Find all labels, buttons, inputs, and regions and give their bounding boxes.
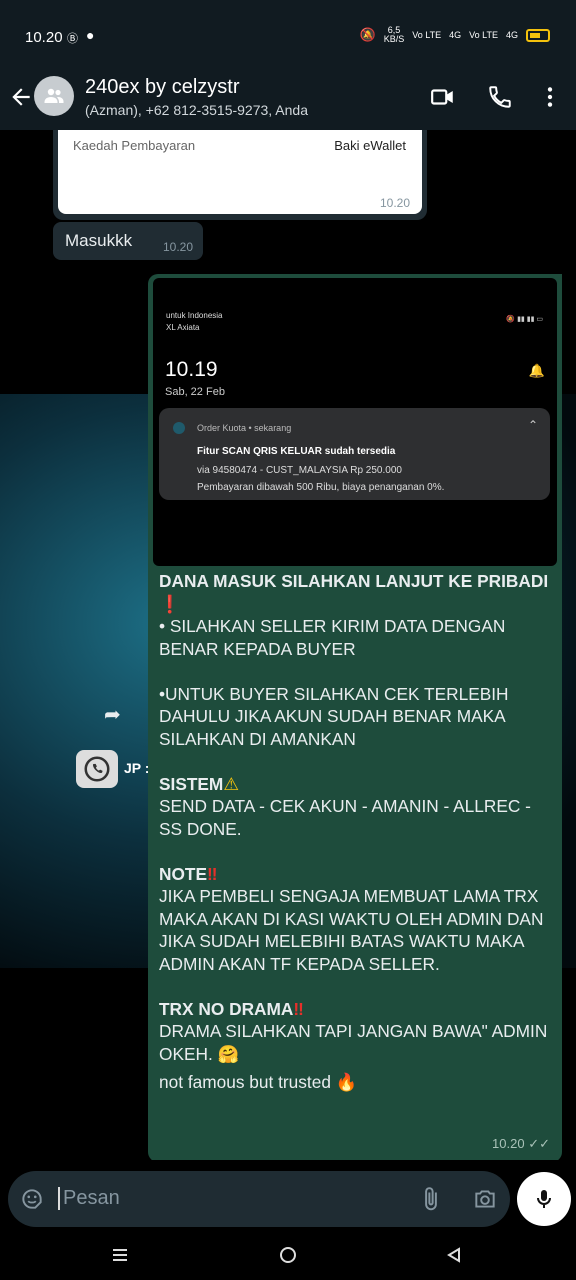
chat-header[interactable]: 240ex by celzystr (Azman), +62 812-3515-… (0, 76, 576, 130)
app-icon (173, 422, 185, 434)
composer-bar: Pesan (0, 1160, 576, 1240)
message-input[interactable]: Pesan (58, 1187, 120, 1210)
outgoing-message[interactable]: untuk Indonesia XL Axiata 🔕 ▮▮ ▮▮ ▭ 10.1… (148, 274, 562, 1160)
double-exclamation-icon: ‼ (207, 863, 218, 884)
message-input-container[interactable]: Pesan (8, 1171, 510, 1227)
hugging-face-emoji-icon: 🤗 (217, 1043, 240, 1064)
volte-2: Vo LTE (469, 30, 498, 40)
back-triangle-icon[interactable] (439, 1240, 469, 1270)
message-time: 10.20 (379, 196, 410, 210)
lockscreen-clock: 10.19 (165, 358, 218, 381)
circle-icon: ● (86, 27, 95, 43)
notification-card: Order Kuota • sekarang ⌃ Fitur SCAN QRIS… (159, 408, 550, 500)
voice-record-button[interactable] (517, 1172, 571, 1226)
video-call-icon[interactable] (430, 84, 456, 110)
group-members[interactable]: (Azman), +62 812-3515-9273, Anda (85, 102, 308, 118)
signal-1: 4G (449, 30, 462, 40)
b-badge-icon: Ⓑ (67, 33, 78, 45)
note-heading: NOTE (159, 863, 208, 884)
carrier-line-2: XL Axiata (166, 323, 200, 332)
lockscreen-date: Sab, 22 Feb (165, 386, 225, 398)
notification-app: Order Kuota • sekarang (197, 423, 292, 433)
warning-icon: ⚠ (223, 773, 239, 794)
group-title[interactable]: 240ex by celzystr (85, 76, 240, 99)
speed-indicator: 6,5 KB/S (384, 26, 405, 44)
volte-1: Vo LTE (412, 30, 442, 40)
double-exclamation-icon: ‼ (293, 998, 304, 1019)
payment-card-image[interactable]: Kaedah Pembayaran Baki eWallet 10.20 (58, 130, 422, 214)
footer-text: not famous but trusted (159, 1072, 331, 1092)
status-bar: 10.20 Ⓑ ● 🔕 6,5 KB/S Vo LTE 4G Vo LTE 4G (0, 0, 576, 76)
camera-icon[interactable] (472, 1186, 498, 1212)
note-body: JIKA PEMBELI SENGAJA MEMBUAT LAMA TRX MA… (159, 886, 544, 974)
speed-unit: KB/S (383, 34, 405, 44)
seller-instruction: • SILAHKAN SELLER KIRIM DATA DENGAN BENA… (159, 616, 506, 659)
payment-method-value: Baki eWallet (334, 138, 406, 153)
chat-area[interactable]: ➦ JP : Kaedah Pembayaran Baki eWallet 10… (0, 130, 576, 1160)
message-body: DANA MASUK SILAHKAN LANJUT KE PRIBADI ❗ •… (159, 570, 555, 1094)
sticker-emoji-icon[interactable] (19, 1186, 45, 1212)
home-icon[interactable] (273, 1240, 303, 1270)
notification-title: Fitur SCAN QRIS KELUAR sudah tersedia (197, 446, 396, 457)
whatsapp-logo-icon (76, 750, 118, 788)
signal-2: 4G (505, 30, 518, 40)
payment-method-label: Kaedah Pembayaran (73, 138, 196, 153)
system-navigation-bar (0, 1240, 576, 1280)
notification-line-1: via 94580474 - CUST_MALAYSIA Rp 250.000 (197, 465, 402, 476)
wallpaper-label: JP : (124, 760, 150, 776)
incoming-message[interactable]: Masukkk 10.20 (53, 222, 203, 260)
chevron-up-icon: ⌃ (527, 418, 538, 432)
message-time: 10.20 (492, 1136, 525, 1151)
message-time: 10.20 (162, 240, 193, 254)
recent-apps-icon[interactable] (105, 1240, 135, 1270)
sistem-body: SEND DATA - CEK AKUN - AMANIN - ALLREC -… (159, 796, 531, 839)
dana-heading: DANA MASUK SILAHKAN LANJUT KE PRIBADI (159, 571, 549, 591)
forward-icon[interactable]: ➦ (104, 702, 121, 727)
group-avatar[interactable] (34, 76, 74, 116)
message-text: Masukkk (65, 231, 133, 250)
notification-screenshot[interactable]: untuk Indonesia XL Axiata 🔕 ▮▮ ▮▮ ▭ 10.1… (153, 278, 557, 566)
carrier-info: untuk Indonesia XL Axiata (166, 310, 223, 334)
message-time-read: 10.20 ✓✓ (492, 1136, 550, 1152)
carrier-line-1: untuk Indonesia (166, 311, 223, 320)
exclamation-icon: ❗ (159, 593, 181, 614)
status-time: 10.20 (25, 29, 63, 46)
notification-line-2: Pembayaran dibawah 500 Ribu, biaya penan… (197, 482, 445, 493)
bell-settings-icon: 🔔 (528, 363, 545, 378)
system-status-icons: 🔕 ▮▮ ▮▮ ▭ (506, 316, 543, 323)
trx-heading: TRX NO DRAMA (159, 998, 294, 1019)
buyer-instruction: •UNTUK BUYER SILAHKAN CEK TERLEBIH DAHUL… (159, 683, 509, 749)
status-icons: 🔕 6,5 KB/S Vo LTE 4G Vo LTE 4G (360, 26, 550, 44)
double-check-icon: ✓✓ (528, 1136, 550, 1151)
fire-emoji-icon: 🔥 (335, 1072, 358, 1092)
mute-icon: 🔕 (359, 27, 376, 42)
sistem-heading: SISTEM (159, 773, 224, 794)
battery-icon (526, 28, 550, 42)
back-arrow-icon[interactable] (8, 84, 34, 110)
more-options-icon[interactable] (537, 84, 563, 110)
voice-call-icon[interactable] (487, 84, 513, 110)
payment-card-message[interactable]: Kaedah Pembayaran Baki eWallet 10.20 (53, 130, 427, 220)
group-icon (44, 88, 64, 103)
attach-paperclip-icon[interactable] (418, 1185, 444, 1213)
microphone-icon (537, 1190, 551, 1208)
